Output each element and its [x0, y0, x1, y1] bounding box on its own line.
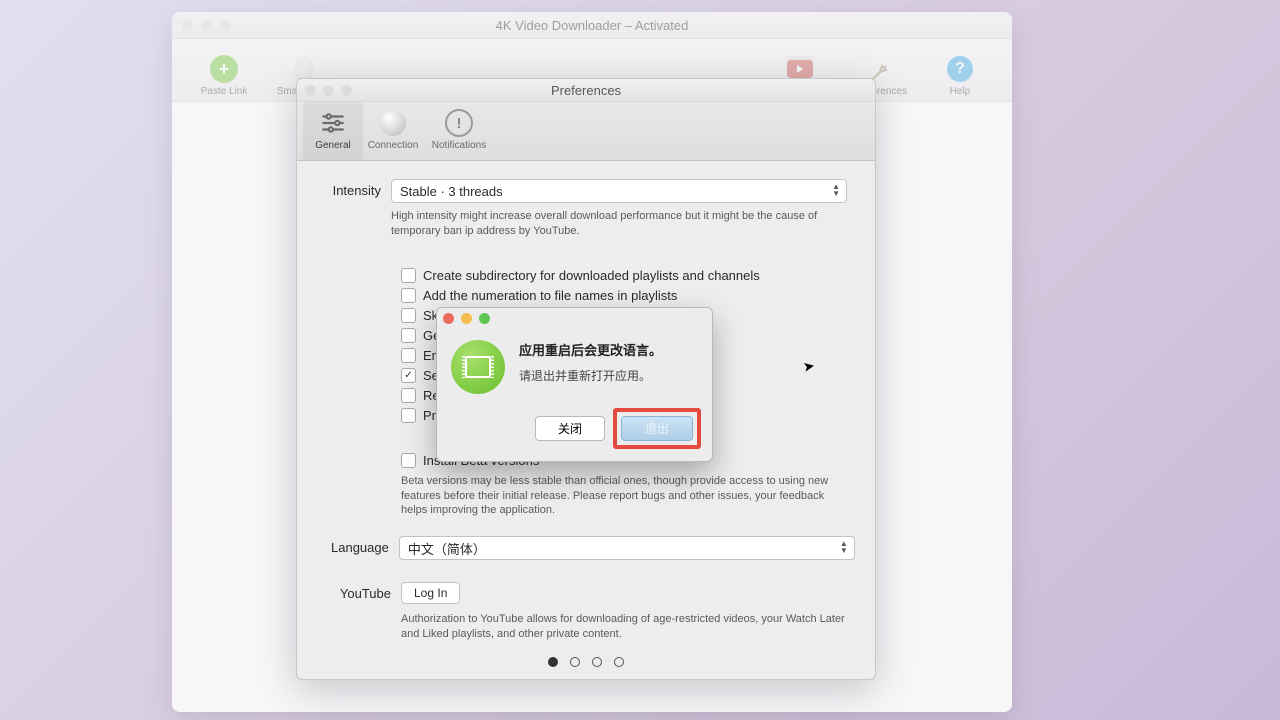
help-button[interactable]: ? Help [920, 54, 1000, 97]
checkbox[interactable] [401, 453, 416, 468]
paste-link-label: Paste Link [184, 86, 264, 97]
help-label: Help [920, 86, 1000, 97]
app-icon [451, 340, 505, 394]
opt-create-subdir[interactable]: Create subdirectory for downloaded playl… [401, 268, 847, 283]
checkbox[interactable] [401, 288, 416, 303]
intensity-value: Stable · 3 threads [400, 184, 503, 199]
app-title: 4K Video Downloader – Activated [172, 18, 1012, 33]
tab-notifications[interactable]: ! Notifications [423, 102, 495, 160]
language-value: 中文（简体） [408, 539, 486, 558]
pref-titlebar: Preferences [297, 79, 875, 102]
tab-general[interactable]: General [303, 102, 363, 160]
tab-notifications-label: Notifications [423, 140, 495, 151]
help-icon: ? [947, 56, 973, 82]
globe-icon [380, 110, 406, 136]
restart-dialog: 应用重启后会更改语言。 请退出并重新打开应用。 关闭 退出 [436, 307, 713, 462]
chevron-updown-icon: ▲▼ [832, 183, 840, 197]
highlight-annotation: 退出 [613, 408, 701, 449]
page-dots [297, 657, 875, 667]
page-dot-1[interactable] [548, 657, 558, 667]
tab-connection[interactable]: Connection [363, 102, 423, 160]
page-dot-2[interactable] [570, 657, 580, 667]
main-titlebar: 4K Video Downloader – Activated [172, 12, 1012, 39]
dialog-title: 应用重启后会更改语言。 [519, 340, 662, 359]
checkbox-checked[interactable] [401, 368, 416, 383]
intensity-hint: High intensity might increase overall do… [391, 209, 841, 239]
checkbox[interactable] [401, 328, 416, 343]
paste-link-button[interactable]: + Paste Link [184, 54, 264, 97]
dialog-titlebar [437, 308, 712, 328]
opt-label: Create subdirectory for downloaded playl… [423, 268, 760, 283]
close-button[interactable]: 关闭 [535, 416, 605, 441]
youtube-login-button[interactable]: Log In [401, 582, 460, 604]
page-dot-4[interactable] [614, 657, 624, 667]
chevron-updown-icon: ▲▼ [840, 540, 848, 554]
intensity-label: Intensity [331, 179, 391, 198]
sliders-icon [318, 108, 348, 138]
checkbox[interactable] [401, 408, 416, 423]
pref-tabs: General Connection ! Notifications [297, 102, 875, 161]
intensity-select[interactable]: Stable · 3 threads ▲▼ [391, 179, 847, 203]
checkbox[interactable] [401, 308, 416, 323]
checkbox[interactable] [401, 348, 416, 363]
opt-label: Add the numeration to file names in play… [423, 288, 677, 303]
quit-button[interactable]: 退出 [621, 416, 693, 441]
plus-icon: + [210, 55, 238, 83]
exclamation-icon: ! [445, 109, 473, 137]
opt-numeration[interactable]: Add the numeration to file names in play… [401, 288, 847, 303]
language-select[interactable]: 中文（简体） ▲▼ [399, 536, 855, 560]
cursor-icon: ➤ [802, 357, 817, 376]
close-icon[interactable] [443, 313, 454, 324]
minimize-icon[interactable] [461, 313, 472, 324]
language-label: Language [331, 536, 399, 555]
dialog-subtitle: 请退出并重新打开应用。 [519, 367, 662, 384]
youtube-hint: Authorization to YouTube allows for down… [401, 612, 847, 642]
checkbox[interactable] [401, 268, 416, 283]
maximize-icon[interactable] [479, 313, 490, 324]
page-dot-3[interactable] [592, 657, 602, 667]
tab-connection-label: Connection [363, 140, 423, 151]
youtube-icon [787, 60, 813, 78]
tab-general-label: General [303, 140, 363, 151]
beta-hint: Beta versions may be less stable than of… [401, 474, 847, 519]
checkbox[interactable] [401, 388, 416, 403]
pref-title: Preferences [297, 83, 875, 98]
youtube-label: YouTube [331, 582, 401, 601]
